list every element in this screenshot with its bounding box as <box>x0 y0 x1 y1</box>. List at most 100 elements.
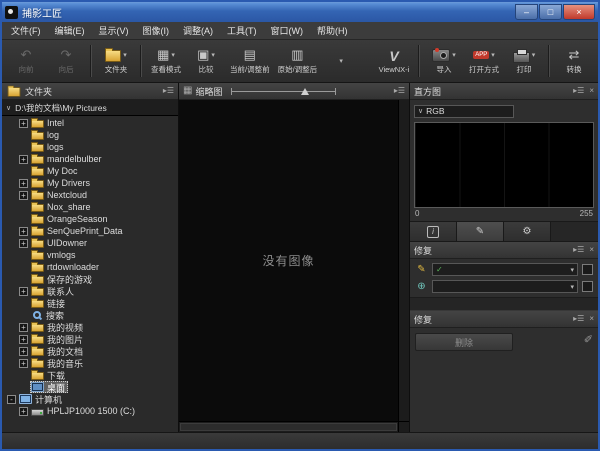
tree-item[interactable]: +我的图片 <box>2 333 178 345</box>
collapse-icon[interactable]: - <box>7 395 16 404</box>
retouch-brush-select[interactable]: ✓ ▾ <box>432 263 578 276</box>
panel-close-icon[interactable]: × <box>589 246 594 254</box>
slider-thumb[interactable] <box>301 88 309 95</box>
expand-icon[interactable]: + <box>19 155 28 164</box>
check-icon: ✓ <box>436 265 443 274</box>
expand-icon[interactable]: + <box>19 407 28 416</box>
expand-icon[interactable]: + <box>19 119 28 128</box>
tree-item[interactable]: rtdownloader <box>2 261 178 273</box>
tree-item[interactable]: +我的文档 <box>2 345 178 357</box>
menu-item-6[interactable]: 窗口(W) <box>264 24 311 37</box>
tree-item[interactable]: +mandelbulber <box>2 153 178 165</box>
panel-menu-icon[interactable]: ▸☰ <box>573 315 584 323</box>
tree-item[interactable]: 保存的游戏 <box>2 273 178 285</box>
tree-item-label: SenQuePrint_Data <box>47 226 123 236</box>
menu-item-7[interactable]: 帮助(H) <box>310 24 355 37</box>
convert-button[interactable]: ⇄ 转换 <box>554 41 594 81</box>
tree-item[interactable]: +My Drivers <box>2 177 178 189</box>
panel-close-icon[interactable]: × <box>589 315 594 323</box>
control-point-icon[interactable]: ⊕ <box>415 281 428 292</box>
title-bar[interactable]: 捕影工匠 – □ × <box>2 2 598 22</box>
retouch-brush-icon[interactable]: ✎ <box>415 264 428 275</box>
original-after-button[interactable]: ▥ 原始/调整后 <box>274 41 322 81</box>
horizontal-scrollbar[interactable] <box>179 422 398 432</box>
tree-item[interactable]: 下载 <box>2 369 178 381</box>
delete-button[interactable]: 删除 <box>415 333 513 351</box>
close-button[interactable]: × <box>563 4 595 20</box>
maximize-button[interactable]: □ <box>539 4 562 20</box>
panel-menu-icon[interactable]: ▸☰ <box>394 87 405 95</box>
control-point-checkbox[interactable] <box>582 281 593 292</box>
tree-item[interactable]: +联系人 <box>2 285 178 297</box>
back-button[interactable]: ↶ 向前 <box>6 41 46 81</box>
folder-path-dropdown[interactable]: ∨ D:\我的文档\My Pictures <box>2 100 178 116</box>
compare-button[interactable]: ▣▾ 比较 <box>186 41 226 81</box>
tree-item[interactable]: logs <box>2 141 178 153</box>
tree-item[interactable]: Nox_share <box>2 201 178 213</box>
expand-icon[interactable]: + <box>19 227 28 236</box>
tree-item[interactable]: My Doc <box>2 165 178 177</box>
tree-item-content: 搜索 <box>30 309 67 321</box>
expand-icon[interactable]: + <box>19 179 28 188</box>
tree-item[interactable]: + SenQuePrint_Data <box>2 225 178 237</box>
open-with-button[interactable]: APP▾ 打开方式 <box>464 41 504 81</box>
tab-edit[interactable]: ✎ <box>457 222 504 241</box>
menu-item-0[interactable]: 文件(F) <box>4 24 48 37</box>
viewnx-button[interactable]: V ViewNX-i <box>374 41 414 81</box>
panel-close-icon[interactable]: × <box>589 87 594 95</box>
menu-item-3[interactable]: 图像(I) <box>136 24 177 37</box>
tree-item[interactable]: +我的音乐 <box>2 357 178 369</box>
tree-item-label: OrangeSeason <box>47 214 108 224</box>
minimize-button[interactable]: – <box>515 4 538 20</box>
tree-item-content: 桌面 <box>30 381 68 393</box>
tree-item[interactable]: +Intel <box>2 117 178 129</box>
tree-item[interactable]: OrangeSeason <box>2 213 178 225</box>
tab-tools[interactable]: ⚙ <box>504 222 551 241</box>
tree-item[interactable]: vmlogs <box>2 249 178 261</box>
tree-item[interactable]: 搜索 <box>2 309 178 321</box>
print-button[interactable]: ▾ 打印 <box>504 41 544 81</box>
expand-icon[interactable]: + <box>19 191 28 200</box>
tree-item[interactable]: log <box>2 129 178 141</box>
histogram-scale: 0 255 <box>415 209 593 218</box>
tree-item[interactable]: +我的视频 <box>2 321 178 333</box>
expand-icon[interactable]: + <box>19 359 28 368</box>
retouch-brush-checkbox[interactable] <box>582 264 593 275</box>
tree-item[interactable]: +HPLJP1000 1500 (C:) <box>2 405 178 417</box>
expand-icon[interactable]: + <box>19 323 28 332</box>
current-before-button[interactable]: ▤ 当前/调整前 <box>226 41 274 81</box>
forward-button[interactable]: ↷ 向后 <box>46 41 86 81</box>
eyedropper-icon[interactable]: ✐ <box>584 333 593 346</box>
folders-panel: 文件夹 ▸☰ ∨ D:\我的文档\My Pictures +Intelloglo… <box>2 83 179 432</box>
scrollbar-thumb[interactable] <box>180 423 397 431</box>
view-options-dropdown-button[interactable]: ▾ <box>321 41 361 81</box>
panel-menu-icon[interactable]: ▸☰ <box>573 246 584 254</box>
tree-item[interactable]: +Nextcloud <box>2 189 178 201</box>
menu-item-5[interactable]: 工具(T) <box>220 24 264 37</box>
folder-icon <box>31 156 44 164</box>
expand-icon[interactable]: + <box>19 239 28 248</box>
panel-menu-icon[interactable]: ▸☰ <box>163 87 174 95</box>
view-mode-button[interactable]: ▦▾ 查看模式 <box>146 41 186 81</box>
thumbnail-size-slider[interactable] <box>231 86 336 97</box>
tree-item[interactable]: +UIDowner <box>2 237 178 249</box>
vertical-scrollbar[interactable] <box>398 100 409 421</box>
tree-item[interactable]: 链接 <box>2 297 178 309</box>
import-button[interactable]: ▾ 导入 <box>424 41 464 81</box>
folder-button[interactable]: ▾ 文件夹 <box>96 41 136 81</box>
menu-item-2[interactable]: 显示(V) <box>92 24 136 37</box>
search-icon <box>33 311 41 319</box>
menu-item-1[interactable]: 编辑(E) <box>48 24 92 37</box>
expand-icon[interactable]: + <box>19 335 28 344</box>
tree-item[interactable]: -计算机 <box>2 393 178 405</box>
control-point-select[interactable]: ▾ <box>432 280 578 293</box>
tab-info[interactable]: i <box>410 222 457 241</box>
expand-icon[interactable]: + <box>19 347 28 356</box>
menu-item-4[interactable]: 调整(A) <box>176 24 220 37</box>
channel-select[interactable]: ∨ RGB <box>414 105 514 118</box>
scale-max: 255 <box>580 209 593 218</box>
retouch-panel-2-header: 修复 ▸☰ × <box>410 311 598 328</box>
panel-menu-icon[interactable]: ▸☰ <box>573 87 584 95</box>
expand-icon[interactable]: + <box>19 287 28 296</box>
tree-item[interactable]: 桌面 <box>2 381 178 393</box>
